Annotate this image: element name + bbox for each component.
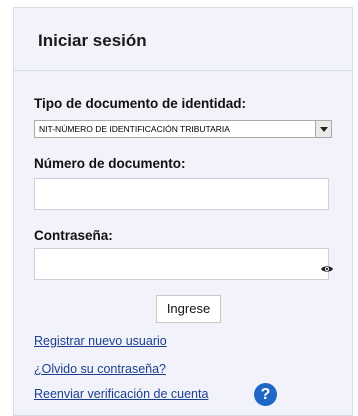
password-input[interactable]: [34, 248, 329, 280]
login-button[interactable]: Ingrese: [156, 295, 221, 323]
eye-icon[interactable]: [321, 265, 333, 273]
resend-verification-link[interactable]: Reenviar verificación de cuenta: [34, 387, 208, 401]
doc-number-input[interactable]: [34, 178, 329, 210]
doc-type-label: Tipo de documento de identidad:: [34, 96, 246, 111]
password-label: Contraseña:: [34, 228, 113, 243]
login-panel: Iniciar sesión Tipo de documento de iden…: [13, 7, 353, 416]
forgot-password-link[interactable]: ¿Olvido su contraseña?: [34, 362, 166, 376]
help-icon[interactable]: ?: [254, 383, 277, 406]
doc-number-label: Número de documento:: [34, 156, 186, 171]
panel-title: Iniciar sesión: [38, 31, 147, 50]
panel-header: Iniciar sesión: [14, 8, 352, 71]
doc-type-selected-value: NIT-NÚMERO DE IDENTIFICACIÓN TRIBUTARIA: [39, 124, 230, 134]
register-user-link[interactable]: Registrar nuevo usuario: [34, 334, 167, 348]
doc-type-select[interactable]: NIT-NÚMERO DE IDENTIFICACIÓN TRIBUTARIA: [34, 120, 332, 138]
chevron-down-icon[interactable]: [315, 121, 331, 137]
